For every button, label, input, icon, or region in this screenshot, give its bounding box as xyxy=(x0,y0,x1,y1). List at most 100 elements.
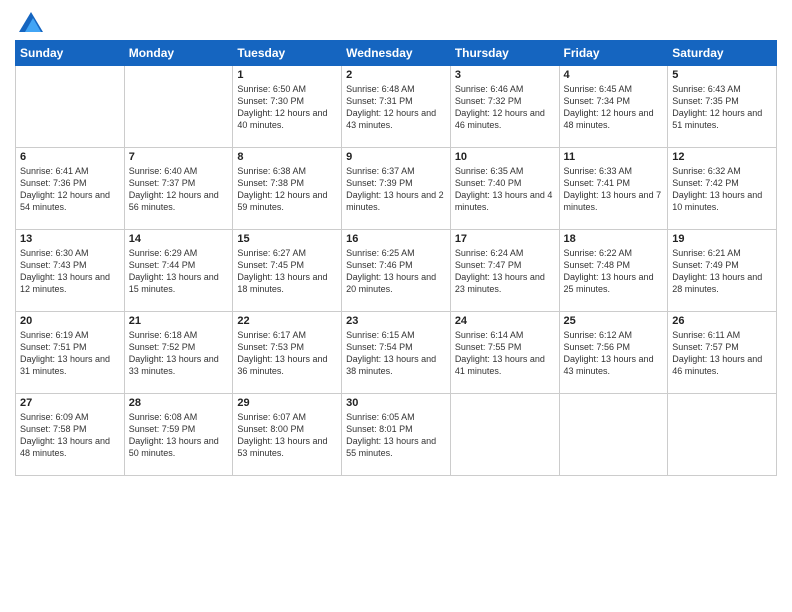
day-info: Sunrise: 6:12 AM Sunset: 7:56 PM Dayligh… xyxy=(564,329,664,378)
calendar-cell: 14 Sunrise: 6:29 AM Sunset: 7:44 PM Dayli… xyxy=(124,230,233,312)
day-number: 15 xyxy=(237,233,337,245)
day-info: Sunrise: 6:43 AM Sunset: 7:35 PM Dayligh… xyxy=(672,83,772,132)
day-info: Sunrise: 6:25 AM Sunset: 7:46 PM Dayligh… xyxy=(346,247,446,296)
day-number: 20 xyxy=(20,315,120,327)
day-info: Sunrise: 6:09 AM Sunset: 7:58 PM Dayligh… xyxy=(20,411,120,460)
calendar-cell: 30 Sunrise: 6:05 AM Sunset: 8:01 PM Dayli… xyxy=(342,394,451,476)
day-info: Sunrise: 6:15 AM Sunset: 7:54 PM Dayligh… xyxy=(346,329,446,378)
logo xyxy=(15,10,43,32)
calendar-cell: 29 Sunrise: 6:07 AM Sunset: 8:00 PM Dayli… xyxy=(233,394,342,476)
day-number: 16 xyxy=(346,233,446,245)
calendar-cell: 11 Sunrise: 6:33 AM Sunset: 7:41 PM Dayli… xyxy=(559,148,668,230)
calendar-cell: 23 Sunrise: 6:15 AM Sunset: 7:54 PM Dayli… xyxy=(342,312,451,394)
day-number: 11 xyxy=(564,151,664,163)
day-number: 28 xyxy=(129,397,229,409)
day-number: 21 xyxy=(129,315,229,327)
day-info: Sunrise: 6:48 AM Sunset: 7:31 PM Dayligh… xyxy=(346,83,446,132)
day-number: 26 xyxy=(672,315,772,327)
day-info: Sunrise: 6:05 AM Sunset: 8:01 PM Dayligh… xyxy=(346,411,446,460)
day-number: 5 xyxy=(672,69,772,81)
day-info: Sunrise: 6:46 AM Sunset: 7:32 PM Dayligh… xyxy=(455,83,555,132)
day-number: 14 xyxy=(129,233,229,245)
day-info: Sunrise: 6:40 AM Sunset: 7:37 PM Dayligh… xyxy=(129,165,229,214)
weekday-header-sunday: Sunday xyxy=(16,41,125,66)
calendar-cell: 21 Sunrise: 6:18 AM Sunset: 7:52 PM Dayli… xyxy=(124,312,233,394)
calendar-cell: 8 Sunrise: 6:38 AM Sunset: 7:38 PM Daylig… xyxy=(233,148,342,230)
week-row-2: 13 Sunrise: 6:30 AM Sunset: 7:43 PM Dayli… xyxy=(16,230,777,312)
page: SundayMondayTuesdayWednesdayThursdayFrid… xyxy=(0,0,792,612)
calendar-cell: 24 Sunrise: 6:14 AM Sunset: 7:55 PM Dayli… xyxy=(450,312,559,394)
day-number: 12 xyxy=(672,151,772,163)
week-row-3: 20 Sunrise: 6:19 AM Sunset: 7:51 PM Dayli… xyxy=(16,312,777,394)
day-number: 2 xyxy=(346,69,446,81)
calendar-cell: 7Sunrise: 6:40 AM Sunset: 7:37 PM Daylig… xyxy=(124,148,233,230)
weekday-header-row: SundayMondayTuesdayWednesdayThursdayFrid… xyxy=(16,41,777,66)
day-number: 3 xyxy=(455,69,555,81)
calendar-cell xyxy=(124,66,233,148)
calendar-cell: 4 Sunrise: 6:45 AM Sunset: 7:34 PM Daylig… xyxy=(559,66,668,148)
day-info: Sunrise: 6:35 AM Sunset: 7:40 PM Dayligh… xyxy=(455,165,555,214)
calendar-cell: 18Sunrise: 6:22 AM Sunset: 7:48 PM Dayli… xyxy=(559,230,668,312)
day-info: Sunrise: 6:17 AM Sunset: 7:53 PM Dayligh… xyxy=(237,329,337,378)
calendar-cell: 1 Sunrise: 6:50 AM Sunset: 7:30 PM Daylig… xyxy=(233,66,342,148)
day-info: Sunrise: 6:07 AM Sunset: 8:00 PM Dayligh… xyxy=(237,411,337,460)
week-row-4: 27 Sunrise: 6:09 AM Sunset: 7:58 PM Dayli… xyxy=(16,394,777,476)
calendar-cell: 19 Sunrise: 6:21 AM Sunset: 7:49 PM Dayli… xyxy=(668,230,777,312)
calendar-cell: 25 Sunrise: 6:12 AM Sunset: 7:56 PM Dayli… xyxy=(559,312,668,394)
day-info: Sunrise: 6:32 AM Sunset: 7:42 PM Dayligh… xyxy=(672,165,772,214)
day-info: Sunrise: 6:24 AM Sunset: 7:47 PM Dayligh… xyxy=(455,247,555,296)
day-info: Sunrise: 6:22 AM Sunset: 7:48 PM Dayligh… xyxy=(564,247,664,296)
calendar-cell: 15Sunrise: 6:27 AM Sunset: 7:45 PM Dayli… xyxy=(233,230,342,312)
day-number: 9 xyxy=(346,151,446,163)
day-info: Sunrise: 6:30 AM Sunset: 7:43 PM Dayligh… xyxy=(20,247,120,296)
day-info: Sunrise: 6:08 AM Sunset: 7:59 PM Dayligh… xyxy=(129,411,229,460)
day-number: 1 xyxy=(237,69,337,81)
calendar-cell: 26Sunrise: 6:11 AM Sunset: 7:57 PM Dayli… xyxy=(668,312,777,394)
calendar-cell xyxy=(450,394,559,476)
day-number: 23 xyxy=(346,315,446,327)
calendar-cell xyxy=(16,66,125,148)
day-info: Sunrise: 6:45 AM Sunset: 7:34 PM Dayligh… xyxy=(564,83,664,132)
day-number: 4 xyxy=(564,69,664,81)
day-info: Sunrise: 6:38 AM Sunset: 7:38 PM Dayligh… xyxy=(237,165,337,214)
calendar-cell: 5 Sunrise: 6:43 AM Sunset: 7:35 PM Daylig… xyxy=(668,66,777,148)
calendar-cell: 28 Sunrise: 6:08 AM Sunset: 7:59 PM Dayli… xyxy=(124,394,233,476)
day-info: Sunrise: 6:18 AM Sunset: 7:52 PM Dayligh… xyxy=(129,329,229,378)
day-info: Sunrise: 6:29 AM Sunset: 7:44 PM Dayligh… xyxy=(129,247,229,296)
day-number: 19 xyxy=(672,233,772,245)
calendar-cell: 3 Sunrise: 6:46 AM Sunset: 7:32 PM Daylig… xyxy=(450,66,559,148)
weekday-header-monday: Monday xyxy=(124,41,233,66)
day-info: Sunrise: 6:33 AM Sunset: 7:41 PM Dayligh… xyxy=(564,165,664,214)
day-number: 27 xyxy=(20,397,120,409)
week-row-0: 1 Sunrise: 6:50 AM Sunset: 7:30 PM Daylig… xyxy=(16,66,777,148)
calendar-cell xyxy=(668,394,777,476)
day-info: Sunrise: 6:14 AM Sunset: 7:55 PM Dayligh… xyxy=(455,329,555,378)
day-info: Sunrise: 6:50 AM Sunset: 7:30 PM Dayligh… xyxy=(237,83,337,132)
day-number: 24 xyxy=(455,315,555,327)
calendar-cell: 9 Sunrise: 6:37 AM Sunset: 7:39 PM Daylig… xyxy=(342,148,451,230)
weekday-header-wednesday: Wednesday xyxy=(342,41,451,66)
day-number: 17 xyxy=(455,233,555,245)
logo-icon xyxy=(19,12,43,32)
day-number: 29 xyxy=(237,397,337,409)
day-number: 8 xyxy=(237,151,337,163)
calendar: SundayMondayTuesdayWednesdayThursdayFrid… xyxy=(15,40,777,476)
day-number: 30 xyxy=(346,397,446,409)
day-info: Sunrise: 6:21 AM Sunset: 7:49 PM Dayligh… xyxy=(672,247,772,296)
weekday-header-tuesday: Tuesday xyxy=(233,41,342,66)
calendar-cell: 22Sunrise: 6:17 AM Sunset: 7:53 PM Dayli… xyxy=(233,312,342,394)
calendar-cell: 10 Sunrise: 6:35 AM Sunset: 7:40 PM Dayli… xyxy=(450,148,559,230)
day-info: Sunrise: 6:19 AM Sunset: 7:51 PM Dayligh… xyxy=(20,329,120,378)
day-number: 10 xyxy=(455,151,555,163)
calendar-cell: 6Sunrise: 6:41 AM Sunset: 7:36 PM Daylig… xyxy=(16,148,125,230)
day-number: 25 xyxy=(564,315,664,327)
header xyxy=(15,10,777,32)
day-info: Sunrise: 6:37 AM Sunset: 7:39 PM Dayligh… xyxy=(346,165,446,214)
calendar-cell: 12 Sunrise: 6:32 AM Sunset: 7:42 PM Dayli… xyxy=(668,148,777,230)
calendar-cell: 13 Sunrise: 6:30 AM Sunset: 7:43 PM Dayli… xyxy=(16,230,125,312)
calendar-cell: 17 Sunrise: 6:24 AM Sunset: 7:47 PM Dayli… xyxy=(450,230,559,312)
day-number: 13 xyxy=(20,233,120,245)
day-info: Sunrise: 6:41 AM Sunset: 7:36 PM Dayligh… xyxy=(20,165,120,214)
calendar-cell: 2 Sunrise: 6:48 AM Sunset: 7:31 PM Daylig… xyxy=(342,66,451,148)
calendar-cell: 16 Sunrise: 6:25 AM Sunset: 7:46 PM Dayli… xyxy=(342,230,451,312)
